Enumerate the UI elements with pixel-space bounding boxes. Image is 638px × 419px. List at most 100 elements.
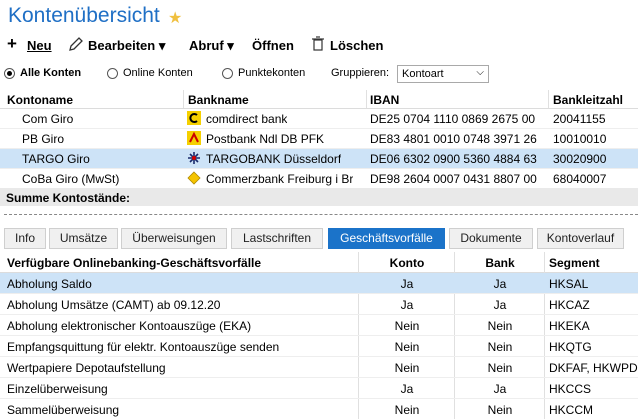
tab-transfers[interactable]: Überweisungen <box>121 228 227 249</box>
iban: DE98 2604 0007 0431 8807 00 <box>370 172 537 186</box>
group-select[interactable]: Kontoart ⌵ <box>397 65 489 83</box>
bank-name: Postbank Ndl DB PFK <box>206 132 325 146</box>
favorite-star-icon[interactable]: ★ <box>168 8 182 28</box>
account-supported: Nein <box>394 319 420 333</box>
fetch-button[interactable]: Abruf ▾ <box>189 38 234 54</box>
trash-icon[interactable] <box>311 36 325 55</box>
page-title: Kontenübersicht <box>8 4 160 27</box>
tab-transactions[interactable]: Umsätze <box>49 228 118 249</box>
tab-info[interactable]: Info <box>4 228 46 249</box>
bank-name: TARGOBANK Düsseldorf <box>206 152 342 166</box>
operation-name: Empfangsquittung für elektr. Kontoauszüg… <box>7 340 280 354</box>
tab-account-history[interactable]: Kontoverlauf <box>537 228 624 249</box>
chevron-down-icon: ⌵ <box>476 67 484 78</box>
segment: HKSAL <box>549 277 589 291</box>
account-name: CoBa Giro (MwSt) <box>22 172 120 186</box>
bank-supported: Nein <box>487 361 513 375</box>
new-button[interactable]: Neu <box>27 38 52 53</box>
column-header[interactable]: Bankname <box>188 93 249 107</box>
account-name: TARGO Giro <box>22 152 90 166</box>
summary-label: Summe Kontostände: <box>6 191 131 205</box>
iban: DE25 0704 1110 0869 2675 00 <box>370 112 536 126</box>
radio-unselected-icon <box>222 67 233 79</box>
accounts-table-header: Kontoname Bankname IBAN Bankleitzahl <box>0 90 638 109</box>
table-row[interactable]: TARGO Giro TARGOBANK Düsseldorf DE06 630… <box>0 149 638 169</box>
toolbar: + Neu Bearbeiten ▾ Abruf ▾ Öffnen Lösche… <box>0 34 638 58</box>
column-header[interactable]: IBAN <box>370 93 399 107</box>
bank-name: Commerzbank Freiburg i Br <box>206 172 354 186</box>
operation-name: Abholung Saldo <box>7 277 92 291</box>
radio-online-accounts[interactable]: Online Konten <box>107 67 193 79</box>
operation-name: Abholung Umsätze (CAMT) ab 09.12.20 <box>7 298 221 312</box>
table-row[interactable]: Com Giro comdirect bank DE25 0704 1110 0… <box>0 109 638 129</box>
column-header[interactable]: Kontoname <box>7 93 73 107</box>
iban: DE83 4801 0010 0748 3971 26 <box>370 132 537 146</box>
operations-table-header: Verfügbare Onlinebanking-Geschäftsvorfäl… <box>0 252 638 273</box>
segment: HKEKA <box>549 319 590 333</box>
table-row[interactable]: Sammelüberweisung Nein Nein HKCCM <box>0 399 638 419</box>
bank-supported: Ja <box>493 277 507 291</box>
segment: HKCAZ <box>549 298 590 312</box>
account-supported: Ja <box>400 382 414 396</box>
tab-bar: Info Umsätze Überweisungen Lastschriften… <box>0 226 638 250</box>
radio-label: Alle Konten <box>20 67 82 79</box>
targobank-icon <box>187 151 201 165</box>
radio-label: Punktekonten <box>238 67 306 79</box>
column-header[interactable]: Bank <box>460 256 540 270</box>
edit-button[interactable]: Bearbeiten ▾ <box>88 38 165 54</box>
operation-name: Einzelüberweisung <box>7 382 108 396</box>
table-row[interactable]: Abholung Saldo Ja Ja HKSAL <box>0 273 638 294</box>
column-header[interactable]: Segment <box>549 256 600 270</box>
tab-direct-debits[interactable]: Lastschriften <box>231 228 323 249</box>
table-row[interactable]: Wertpapiere Depotaufstellung Nein Nein D… <box>0 357 638 378</box>
comdirect-icon <box>187 111 201 125</box>
operation-name: Sammelüberweisung <box>7 403 120 417</box>
table-row[interactable]: CoBa Giro (MwSt) Commerzbank Freiburg i … <box>0 169 638 189</box>
bank-code: 30020900 <box>553 152 607 166</box>
delete-button[interactable]: Löschen <box>330 38 383 53</box>
account-supported: Nein <box>394 361 420 375</box>
table-row[interactable]: Einzelüberweisung Ja Ja HKCCS <box>0 378 638 399</box>
commerzbank-icon <box>187 171 201 185</box>
table-row[interactable]: Abholung Umsätze (CAMT) ab 09.12.20 Ja J… <box>0 294 638 315</box>
column-header[interactable]: Bankleitzahl <box>553 93 623 107</box>
radio-all-accounts[interactable]: Alle Konten <box>4 67 81 79</box>
table-row[interactable]: PB Giro Postbank Ndl DB PFK DE83 4801 00… <box>0 129 638 149</box>
account-name: PB Giro <box>22 132 65 146</box>
column-header[interactable]: Konto <box>367 256 447 270</box>
column-header[interactable]: Verfügbare Onlinebanking-Geschäftsvorfäl… <box>7 256 261 270</box>
operation-name: Abholung elektronischer Kontoauszüge (EK… <box>7 319 252 333</box>
bank-code: 20041155 <box>553 112 606 126</box>
account-supported: Ja <box>400 277 414 291</box>
account-name: Com Giro <box>22 112 74 126</box>
bank-code: 10010010 <box>553 132 607 146</box>
pencil-icon[interactable] <box>68 36 84 55</box>
table-row[interactable]: Abholung elektronischer Kontoauszüge (EK… <box>0 315 638 336</box>
segment: HKQTG <box>549 340 592 354</box>
radio-selected-icon <box>4 67 15 79</box>
bank-supported: Nein <box>487 403 513 417</box>
radio-label: Online Konten <box>123 67 193 79</box>
postbank-icon <box>187 131 201 145</box>
account-supported: Ja <box>400 298 414 312</box>
bank-supported: Nein <box>487 340 513 354</box>
account-supported: Nein <box>394 403 420 417</box>
bank-supported: Ja <box>493 298 507 312</box>
plus-icon[interactable]: + <box>7 34 17 54</box>
radio-point-accounts[interactable]: Punktekonten <box>222 67 305 79</box>
segment: HKCCS <box>549 382 592 396</box>
balance-summary: Summe Kontostände: <box>0 188 638 206</box>
open-button[interactable]: Öffnen <box>252 38 294 53</box>
tab-business-operations[interactable]: Geschäftsvorfälle <box>328 228 445 249</box>
tab-documents[interactable]: Dokumente <box>449 228 533 249</box>
table-row[interactable]: Empfangsquittung für elektr. Kontoauszüg… <box>0 336 638 357</box>
account-supported: Nein <box>394 340 420 354</box>
bank-supported: Nein <box>487 319 513 333</box>
bank-code: 68040007 <box>553 172 607 186</box>
group-label: Gruppieren: <box>331 67 390 79</box>
operation-name: Wertpapiere Depotaufstellung <box>7 361 166 375</box>
radio-unselected-icon <box>107 67 118 79</box>
bank-name: comdirect bank <box>206 112 288 126</box>
splitter[interactable] <box>4 214 638 215</box>
iban: DE06 6302 0900 5360 4884 63 <box>370 152 537 166</box>
